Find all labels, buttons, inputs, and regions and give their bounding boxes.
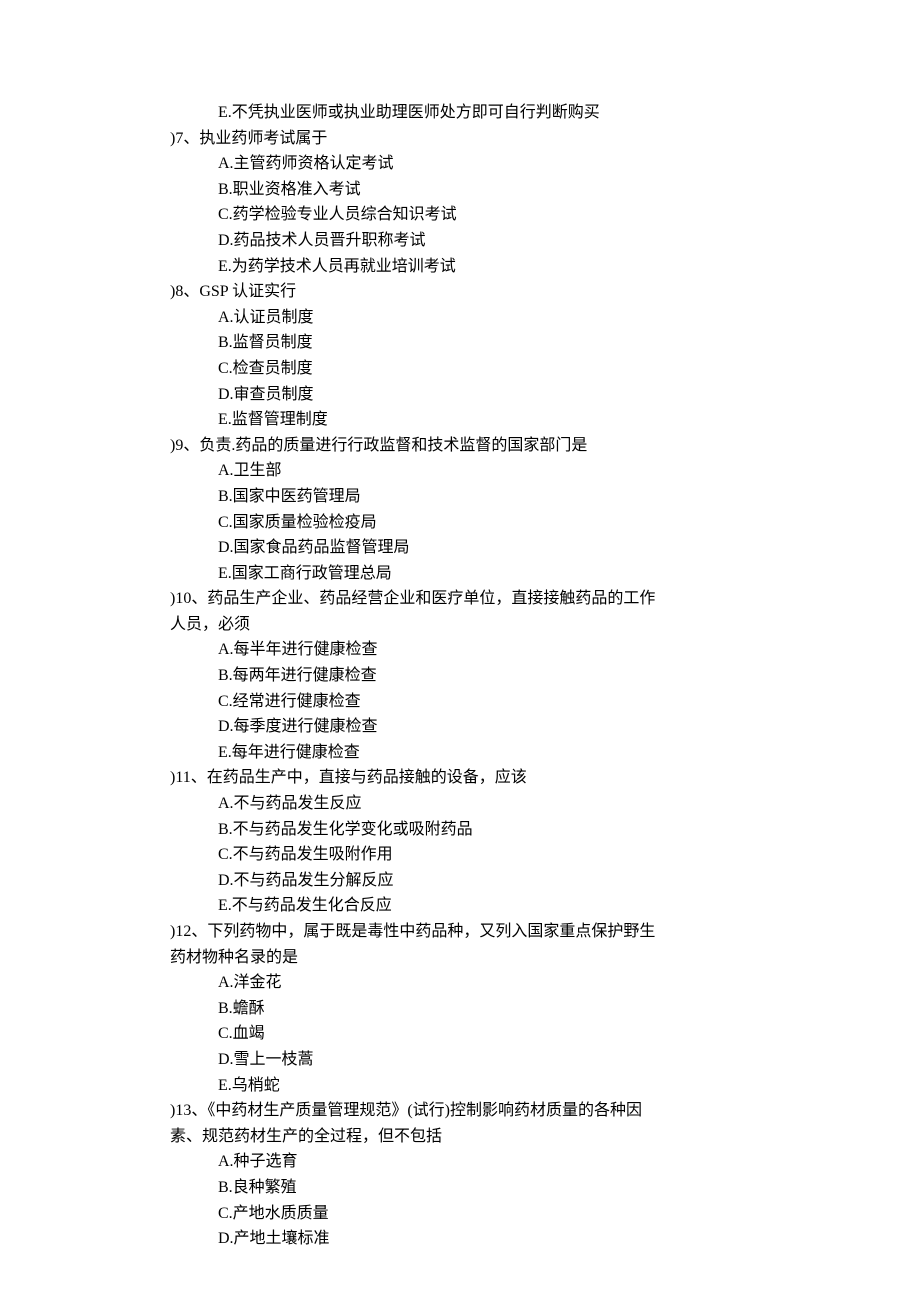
answer-option: C.不与药品发生吸附作用 xyxy=(170,842,750,868)
answer-option: D.审查员制度 xyxy=(170,382,750,408)
answer-option: B.国家中医药管理局 xyxy=(170,484,750,510)
answer-option: C.药学检验专业人员综合知识考试 xyxy=(170,202,750,228)
answer-option: C.产地水质质量 xyxy=(170,1201,750,1227)
answer-option: D.不与药品发生分解反应 xyxy=(170,868,750,894)
answer-option: A.不与药品发生反应 xyxy=(170,791,750,817)
question-line: )11、在药品生产中，直接与药品接触的设备，应该 xyxy=(170,765,750,791)
question-line: )9、负责.药品的质量进行行政监督和技术监督的国家部门是 xyxy=(170,433,750,459)
answer-option: B.每两年进行健康检查 xyxy=(170,663,750,689)
question-continuation: 素、规范药材生产的全过程，但不包括 xyxy=(170,1124,750,1150)
answer-option: D.药品技术人员晋升职称考试 xyxy=(170,228,750,254)
answer-option: E.为药学技术人员再就业培训考试 xyxy=(170,254,750,280)
answer-option: E.每年进行健康检查 xyxy=(170,740,750,766)
document-content: E.不凭执业医师或执业助理医师处方即可自行判断购买)7、执业药师考试属于A.主管… xyxy=(170,100,750,1252)
answer-option: A.种子选育 xyxy=(170,1149,750,1175)
question-line: )10、药品生产企业、药品经营企业和医疗单位，直接接触药品的工作 xyxy=(170,586,750,612)
answer-option: C.检查员制度 xyxy=(170,356,750,382)
answer-option: B.蟾酥 xyxy=(170,996,750,1022)
answer-option: A.认证员制度 xyxy=(170,305,750,331)
question-line: )12、下列药物中，属于既是毒性中药品种，又列入国家重点保护野生 xyxy=(170,919,750,945)
answer-option: D.每季度进行健康检查 xyxy=(170,714,750,740)
answer-option: C.血竭 xyxy=(170,1021,750,1047)
answer-option: E.不与药品发生化合反应 xyxy=(170,893,750,919)
answer-option: D.产地土壤标准 xyxy=(170,1226,750,1252)
answer-option: B.职业资格准入考试 xyxy=(170,177,750,203)
answer-option: B.不与药品发生化学变化或吸附药品 xyxy=(170,817,750,843)
answer-option: E.乌梢蛇 xyxy=(170,1073,750,1099)
answer-option: E.不凭执业医师或执业助理医师处方即可自行判断购买 xyxy=(170,100,750,126)
answer-option: C.国家质量检验检疫局 xyxy=(170,510,750,536)
answer-option: E.监督管理制度 xyxy=(170,407,750,433)
question-continuation: 药材物种名录的是 xyxy=(170,945,750,971)
answer-option: A.洋金花 xyxy=(170,970,750,996)
answer-option: B.良种繁殖 xyxy=(170,1175,750,1201)
answer-option: A.每半年进行健康检查 xyxy=(170,637,750,663)
answer-option: B.监督员制度 xyxy=(170,330,750,356)
question-line: )7、执业药师考试属于 xyxy=(170,126,750,152)
question-line: )8、GSP 认证实行 xyxy=(170,279,750,305)
question-continuation: 人员，必须 xyxy=(170,612,750,638)
answer-option: A.主管药师资格认定考试 xyxy=(170,151,750,177)
answer-option: A.卫生部 xyxy=(170,458,750,484)
answer-option: D.国家食品药品监督管理局 xyxy=(170,535,750,561)
answer-option: D.雪上一枝蒿 xyxy=(170,1047,750,1073)
answer-option: C.经常进行健康检查 xyxy=(170,689,750,715)
question-line: )13、《中药材生产质量管理规范》(试行)控制影响药材质量的各种因 xyxy=(170,1098,750,1124)
answer-option: E.国家工商行政管理总局 xyxy=(170,561,750,587)
